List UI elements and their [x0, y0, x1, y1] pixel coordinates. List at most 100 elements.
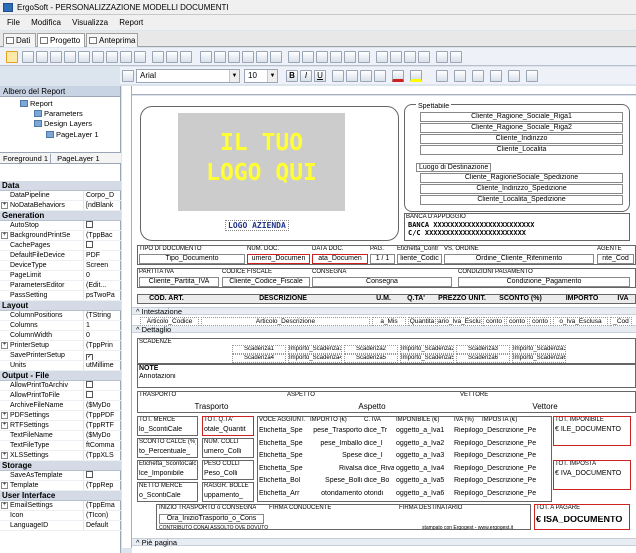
bold-icon[interactable]: B [286, 70, 298, 82]
voce-field[interactable]: Etichetta_Spe [259, 440, 309, 447]
scadenza-field[interactable]: Importo_Scadenza4 [288, 354, 342, 363]
font-color-icon[interactable] [392, 70, 404, 82]
totals-field[interactable]: Peso_Colli [204, 470, 252, 477]
fill-color-icon[interactable] [436, 70, 448, 82]
report-design-surface[interactable]: IL TUO LOGO QUI LOGO AZIENDA Spettabile … [132, 96, 636, 553]
prop-value[interactable]: Default [83, 521, 121, 530]
prop-row[interactable]: Units utMillime [0, 361, 121, 371]
detail-field[interactable]: conto [483, 317, 505, 326]
prop-row[interactable]: ParametersEditor (Edit... [0, 281, 121, 291]
italic-icon[interactable]: I [300, 70, 312, 82]
logo-placeholder[interactable]: IL TUO LOGO QUI [178, 113, 345, 211]
prop-row[interactable]: + RTFSettings (TppRTF [0, 421, 121, 431]
checkbox-tool-icon[interactable] [134, 51, 146, 63]
menu-report[interactable]: Report [119, 18, 143, 27]
imponibile-field[interactable]: oggetto_a_Iva4 [396, 465, 453, 472]
voce-field[interactable]: Etichetta_Spe [259, 452, 309, 459]
expand-icon[interactable]: + [1, 412, 8, 419]
totals-field[interactable]: umero_Colli [204, 448, 252, 455]
tree-node-pagelayer[interactable]: PageLayer 1 [46, 130, 99, 139]
prop-value[interactable]: ftComma [83, 441, 121, 450]
dest-city[interactable]: Cliente_Localita_Spedizione [420, 195, 623, 205]
doc-field[interactable]: Ordine_Cliente_Riferimento [444, 254, 594, 264]
font-size-select[interactable]: 10 ▼ [244, 69, 278, 83]
prop-row[interactable]: AllowPrintToArchiv [0, 381, 121, 391]
scadenza-field[interactable]: Importo_Scadenza6 [512, 354, 566, 363]
prop-value[interactable]: (TppBac [83, 231, 121, 240]
prop-value[interactable]: (TppRTF [83, 421, 121, 430]
scadenza-field[interactable]: Scadenza5 [344, 354, 398, 363]
tab-progetto[interactable]: Progetto [37, 33, 85, 47]
riepilogo-field[interactable]: Riepilogo_Descrizione_Pe [454, 490, 550, 497]
align-right-icon[interactable] [228, 51, 240, 63]
totals-field[interactable]: to_Percentuale_ [139, 448, 196, 455]
prop-value[interactable] [83, 221, 121, 230]
prop-value[interactable] [83, 391, 121, 400]
nudge-right-icon[interactable] [390, 51, 402, 63]
prop-value[interactable]: (TppPDF [83, 411, 121, 420]
prop-row[interactable]: + NoDataBehaviors [ndBlank [0, 201, 121, 211]
prop-value[interactable]: Screen [83, 261, 121, 270]
dest-address[interactable]: Cliente_Indirizzo_Spedizione [420, 184, 623, 194]
tot-pagare-value[interactable]: € ISA_DOCUMENTO [536, 516, 622, 523]
font-icon[interactable] [122, 70, 134, 82]
align-top-icon[interactable] [242, 51, 254, 63]
totals-field[interactable]: o_ScontiCale [139, 492, 196, 499]
tab-dati[interactable]: Dati [3, 33, 36, 47]
calc-tool-icon[interactable] [64, 51, 76, 63]
text-align-right-icon[interactable] [360, 70, 372, 82]
align-bottom-icon[interactable] [270, 51, 282, 63]
imponibile-field[interactable]: oggetto_a_Iva1 [396, 427, 453, 434]
importo-field[interactable]: Rivalsa [310, 465, 362, 472]
line-style-icon[interactable] [472, 70, 484, 82]
prop-row[interactable]: + PrinterSetup (TppPrin [0, 341, 121, 351]
tree-node-design-layers[interactable]: Design Layers [34, 119, 92, 128]
totals-field[interactable]: € IVA_DOCUMENTO [555, 470, 629, 477]
prop-value[interactable]: ($MyDo [83, 431, 121, 440]
prop-row[interactable]: AutoStop [0, 221, 121, 231]
barcode-tool-icon[interactable] [120, 51, 132, 63]
scadenza-field[interactable]: Importo_Scadenza1 [288, 345, 342, 354]
shadow-icon[interactable] [526, 70, 538, 82]
prop-row[interactable]: ColumnPositions (TString [0, 311, 121, 321]
same-height-icon[interactable] [330, 51, 342, 63]
bring-front-icon[interactable] [436, 51, 448, 63]
logo-caption[interactable]: LOGO AZIENDA [225, 220, 289, 231]
db-text-icon[interactable] [152, 51, 164, 63]
prop-value[interactable]: ($MyDo [83, 401, 121, 410]
client-line1[interactable]: Cliente_Ragione_Sociale_Riga1 [420, 112, 623, 122]
center-v-icon[interactable] [358, 51, 370, 63]
prop-value[interactable] [83, 381, 121, 390]
piva-field[interactable]: Consegna [312, 277, 452, 287]
doc-field[interactable]: 1 / 1 [370, 254, 395, 264]
dest-line1[interactable]: Cliente_RagioneSociale_Spedizione [420, 173, 623, 183]
prop-row[interactable]: DeviceType Screen [0, 261, 121, 271]
riepilogo-field[interactable]: Riepilogo_Descrizione_Pe [454, 477, 550, 484]
scadenza-field[interactable]: Scadenza2 [344, 345, 398, 354]
doc-field[interactable]: ata_Documen [312, 254, 368, 264]
detail-field[interactable]: _Cod [610, 317, 632, 326]
bank-name[interactable]: BANCA XXXXXXXXXXXXXXXXXXXXXXXX [408, 222, 534, 229]
checkbox[interactable] [86, 221, 93, 228]
text-align-center-icon[interactable] [346, 70, 358, 82]
richtext-tool-icon[interactable] [50, 51, 62, 63]
totals-field[interactable]: otale_Quantit [204, 426, 252, 433]
band-pie-pagina[interactable]: ^ Piè pagina [132, 538, 636, 546]
prop-row[interactable]: + Template (TppRep [0, 481, 121, 491]
space-v-icon[interactable] [302, 51, 314, 63]
doc-field[interactable]: liente_Codic [397, 254, 442, 264]
align-middle-icon[interactable] [256, 51, 268, 63]
annotazioni-field[interactable]: Annotazioni [139, 373, 176, 380]
prop-row[interactable]: TextFileType ftComma [0, 441, 121, 451]
expand-icon[interactable]: + [1, 422, 8, 429]
prop-row[interactable]: Icon (TIcon) [0, 511, 121, 521]
voce-field[interactable]: Etichetta_Bol [259, 477, 309, 484]
totals-field[interactable]: lce_Imponibile [139, 470, 196, 477]
prop-value[interactable]: utMillime [83, 361, 121, 370]
checkbox[interactable] [86, 391, 93, 398]
prop-row[interactable]: + PDFSettings (TppPDF [0, 411, 121, 421]
db-memo-icon[interactable] [166, 51, 178, 63]
doc-field[interactable]: Tipo_Documento [139, 254, 245, 264]
prop-value[interactable]: (TppXLS [83, 451, 121, 460]
scadenza-field[interactable]: Scadenza1 [232, 345, 286, 354]
